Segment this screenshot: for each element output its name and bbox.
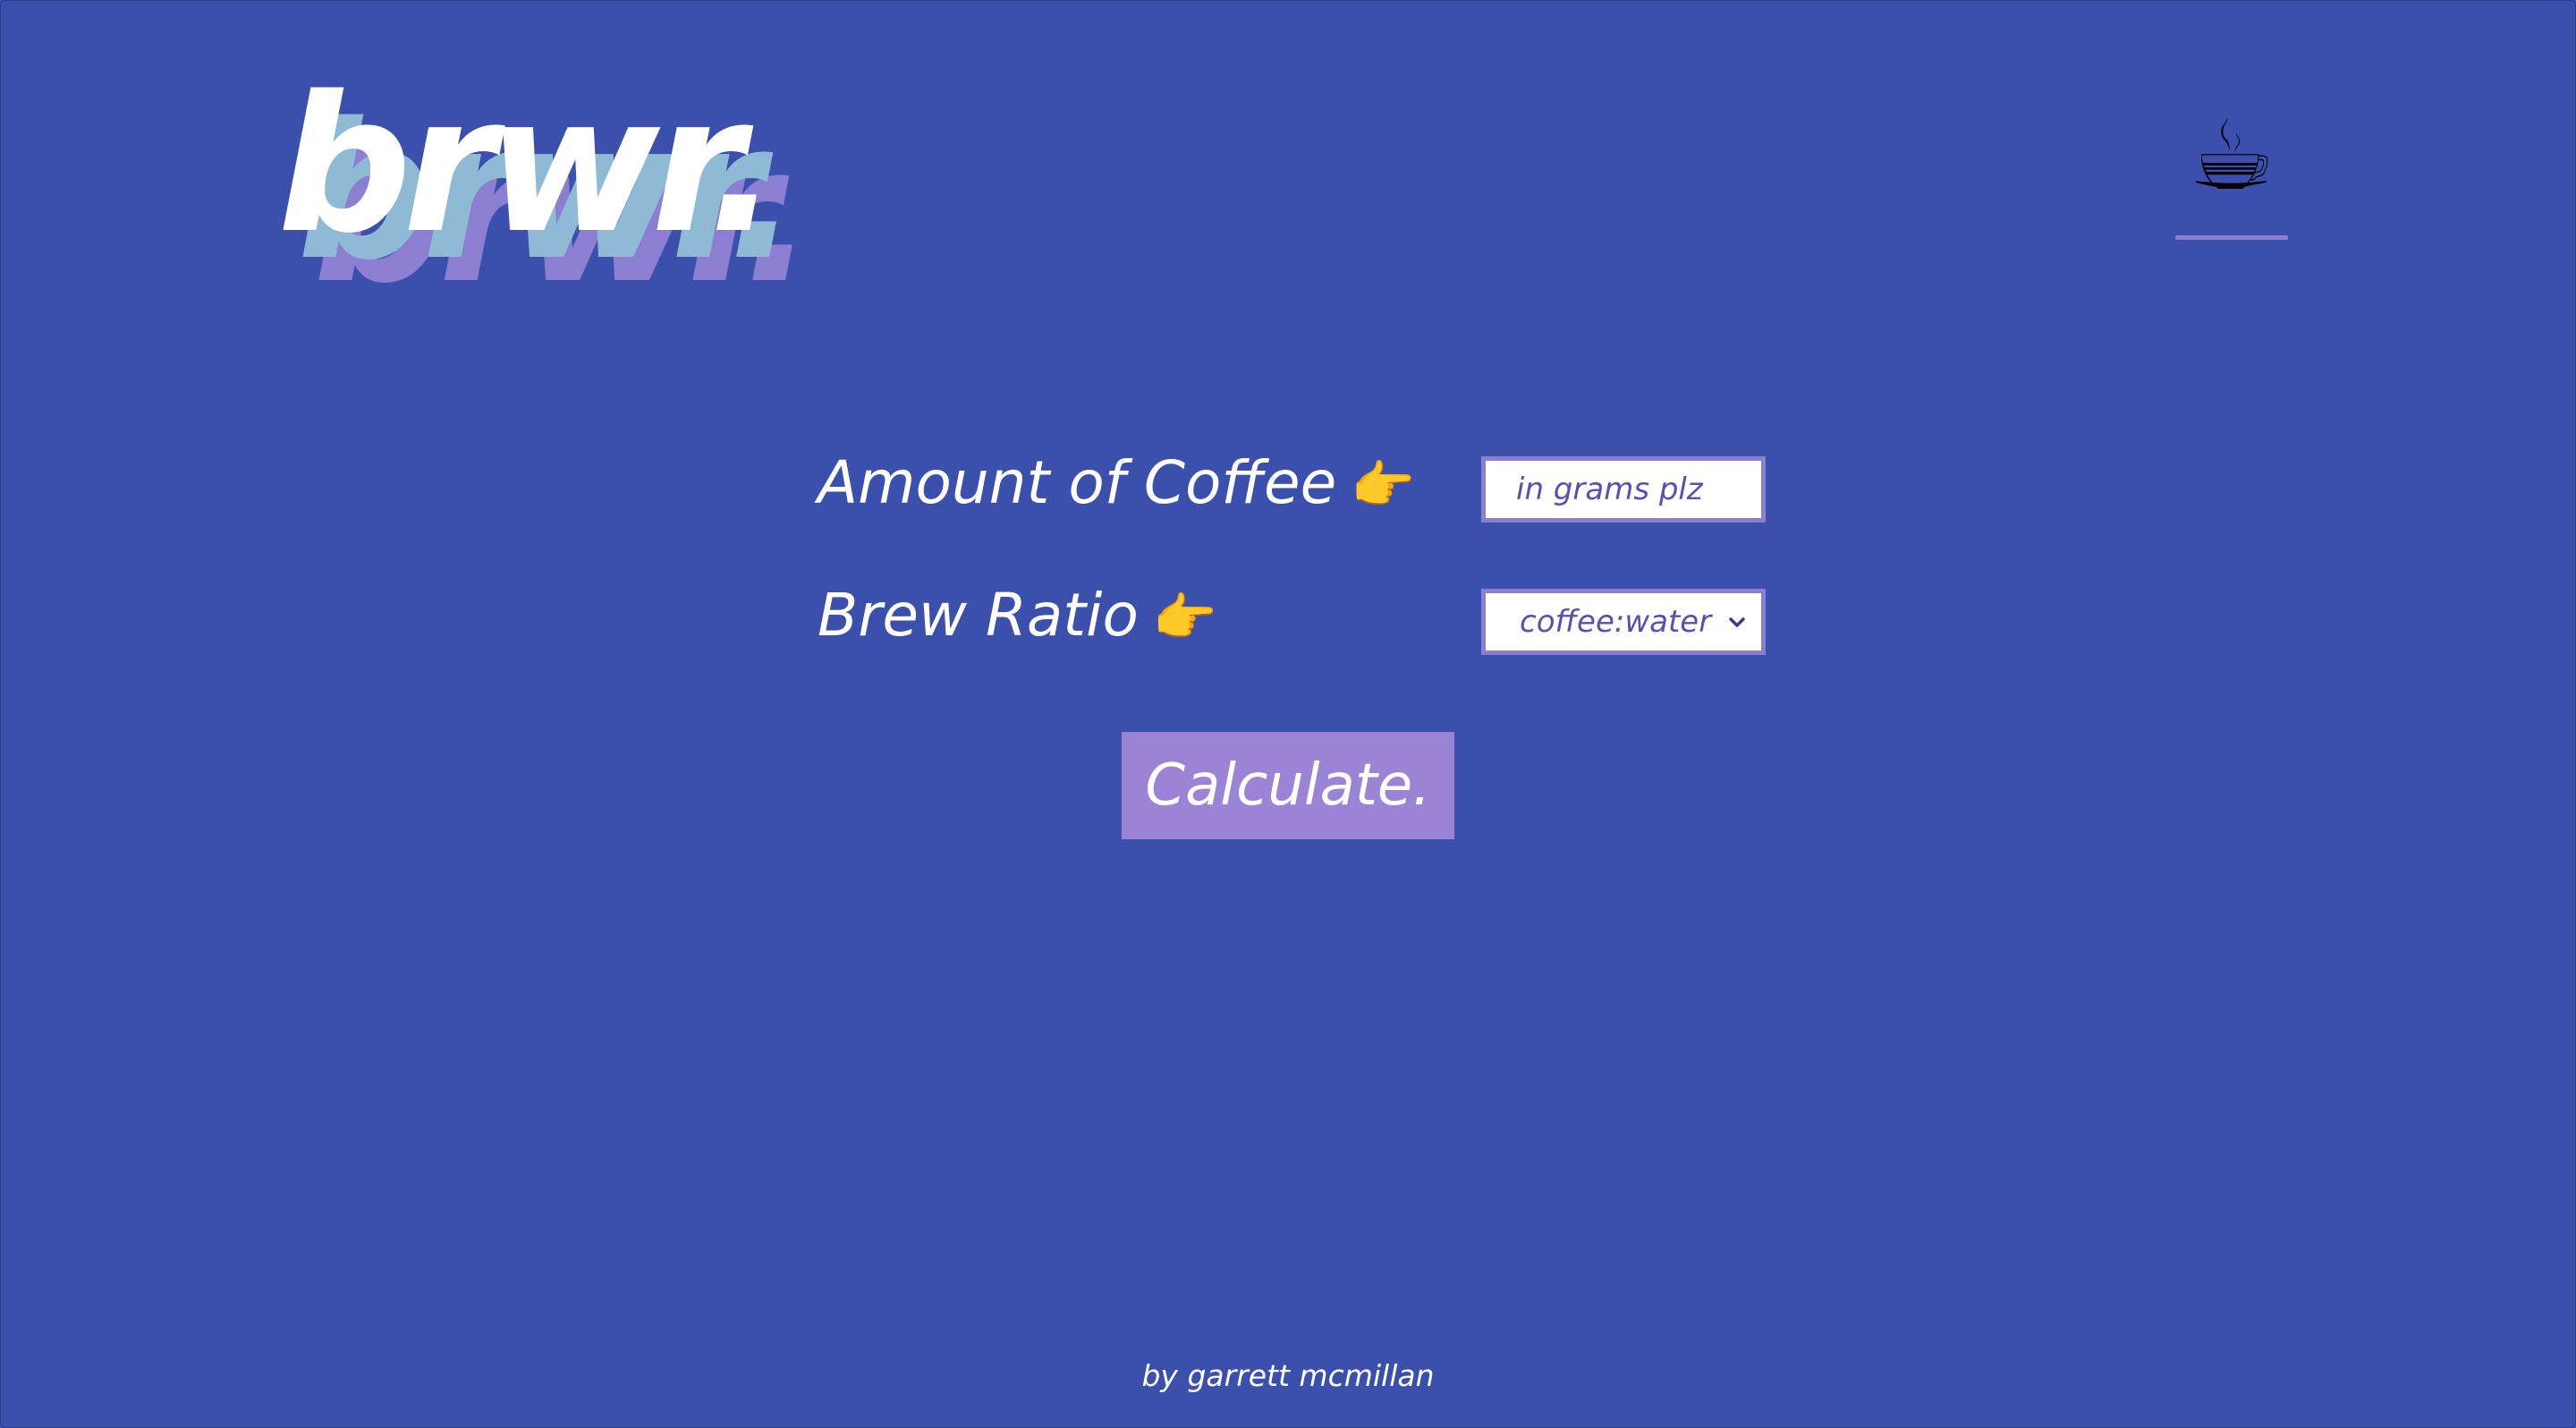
amount-of-coffee-label: Amount of Coffee 👉 xyxy=(818,447,1415,521)
pointing-hand-icon: 👉 xyxy=(1351,455,1416,515)
calculate-button[interactable]: Calculate. xyxy=(1122,732,1454,839)
coffee-cup-icon: ☕ xyxy=(2188,100,2275,212)
footer-credit: by garrett mcmillan xyxy=(1141,1358,1435,1393)
coffee-nav-link[interactable]: ☕ xyxy=(2174,98,2290,242)
pointing-hand-icon: 👉 xyxy=(1152,587,1218,648)
brew-ratio-label: Brew Ratio 👉 xyxy=(818,580,1217,653)
brew-ratio-select[interactable]: coffee:water xyxy=(1481,589,1766,655)
brew-ratio-label-text: Brew Ratio xyxy=(818,581,1139,650)
active-nav-underline xyxy=(2175,235,2288,240)
logo-text: brwr. xyxy=(277,55,779,275)
chevron-down-icon xyxy=(1729,617,1745,627)
brew-ratio-selected-value: coffee:water xyxy=(1520,604,1712,640)
amount-label-text: Amount of Coffee xyxy=(818,448,1337,517)
brwr-logo[interactable]: brwr. brwr. brwr. xyxy=(277,55,921,310)
coffee-amount-input[interactable] xyxy=(1481,456,1766,523)
